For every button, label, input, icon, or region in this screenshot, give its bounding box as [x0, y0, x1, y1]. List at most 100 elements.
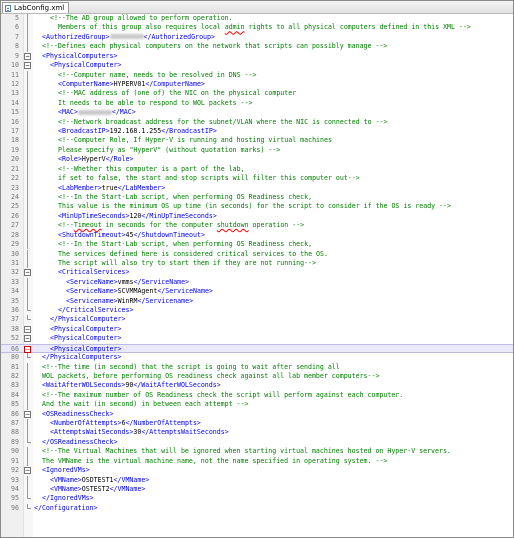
fold-toggle-icon[interactable]: −	[24, 467, 31, 475]
xml-tag: <CriticalServices>	[58, 268, 130, 277]
code-line[interactable]: 91 The VMName is the virtual machine name…	[1, 456, 513, 467]
code-line[interactable]: 32− <CriticalServices>	[1, 268, 513, 277]
fold-toggle-icon[interactable]: −	[24, 62, 31, 70]
code-line[interactable]: 17 <BroadcastIP>192.168.1.255</BroadcastI…	[1, 127, 513, 137]
code-line[interactable]: 92− <IgnoredVMs>	[1, 466, 513, 475]
line-number: 10	[11, 61, 19, 70]
xml-tag: <PhysicalComputers>	[42, 51, 118, 60]
code-line[interactable]: 13 <!--MAC address of (one of) the NIC on…	[1, 89, 513, 99]
code-line[interactable]: 86− <OSReadinessCheck>	[1, 410, 513, 419]
line-number: 14	[11, 98, 19, 107]
fold-toggle-icon[interactable]: −	[24, 325, 31, 333]
fold-toggle-icon[interactable]: −	[24, 52, 31, 60]
code-text: <BroadcastIP>192.168.1.255</BroadcastIP>	[58, 127, 217, 136]
code-line[interactable]: 18 <!--Computer Role, If Hyper-V is runni…	[1, 136, 513, 146]
fold-marker[interactable]: −	[23, 334, 32, 343]
code-line[interactable]: 95 </IgnoredVMs>	[1, 494, 513, 503]
code-line[interactable]: 21 <!--Whether this computer is a part of…	[1, 164, 513, 175]
code-line[interactable]: 11 <!--Computer name, needs to be resolve…	[1, 70, 513, 80]
code-line[interactable]: 24 <!--In the Start-Lab script, when perf…	[1, 192, 513, 203]
xml-tag: </AttemptsWaitSeconds>	[141, 428, 229, 437]
code-line[interactable]: 15 <MAC> </MAC>	[1, 108, 513, 118]
code-line[interactable]: 27 <!--Timeout in seconds for the compute…	[1, 221, 513, 231]
code-line[interactable]: 89 </OSReadinessCheck>	[1, 437, 513, 447]
code-line[interactable]: 80 </PhysicalComputers>	[1, 353, 513, 362]
code-line[interactable]: 19 Please specify as "HyperV" (without qu…	[1, 145, 513, 156]
code-line[interactable]: 31 The script will also try to start them…	[1, 258, 513, 269]
fold-toggle-icon[interactable]: −	[24, 335, 31, 343]
code-line[interactable]: 9− <PhysicalComputers>	[1, 52, 513, 61]
code-line[interactable]: 33 <ServiceName>vmms</ServiceName>	[1, 277, 513, 288]
fold-toggle-icon[interactable]: −	[24, 410, 31, 418]
fold-toggle-icon[interactable]: −	[24, 345, 31, 353]
code-line[interactable]: 20 <Role>HyperV</Role>	[1, 155, 513, 165]
xml-tag: </Servicename>	[137, 296, 194, 305]
code-line[interactable]: 6 Members of this group also requires loc…	[1, 23, 513, 33]
line-number: 13	[11, 89, 19, 98]
fold-marker	[23, 306, 32, 315]
code-line[interactable]: 12 <ComputerName>HYPERV01</ComputerName>	[1, 79, 513, 90]
code-line[interactable]: 36 </CriticalServices>	[1, 306, 513, 315]
code-line[interactable]: 66− <PhysicalComputer>	[1, 343, 513, 354]
fold-marker	[23, 381, 32, 391]
xml-tag: </ShutdownTimeout>	[133, 230, 205, 239]
fold-marker	[23, 249, 32, 259]
tab-labconfig[interactable]: LabConfig.xml	[2, 2, 70, 13]
code-line[interactable]: 26 <MinUpTimeSeconds>120</MinUpTimeSecond…	[1, 211, 513, 222]
fold-toggle-icon[interactable]: −	[24, 269, 31, 277]
code-line[interactable]: 90 <!--The Virtual Machines that will be …	[1, 447, 513, 457]
code-line[interactable]: 25 This value is the minimum OS up time (…	[1, 202, 513, 212]
xml-tag: </MAC>	[111, 108, 136, 117]
line-number: 34	[11, 287, 19, 296]
line-number: 7	[15, 32, 19, 41]
code-line[interactable]: 8 <!--Defines each physical computers on …	[1, 42, 513, 52]
code-line[interactable]: 34 <ServiceName>SCVMMAgent</ServiceName>	[1, 287, 513, 297]
code-line[interactable]: 14 It needs to be able to respond to WOL …	[1, 98, 513, 109]
code-line[interactable]: 83 <WaitAfterWOLSeconds>90</WaitAfterWOLS…	[1, 381, 513, 391]
fold-marker[interactable]: −	[23, 325, 32, 334]
code-line[interactable]: 94 <VMName>OSTEST2</VMName>	[1, 485, 513, 495]
code-text: <ComputerName>HYPERV01</ComputerName>	[58, 80, 205, 89]
code-text: </OSReadinessCheck>	[42, 438, 117, 447]
code-line[interactable]: 7 <AuthorizedGroup> </AuthorizedGroup>	[1, 32, 513, 43]
code-line[interactable]: 35 <Servicename>WinRM</Servicename>	[1, 296, 513, 306]
fold-marker[interactable]: −	[23, 52, 32, 61]
fold-marker	[23, 117, 32, 128]
code-line[interactable]: 28 <ShutdownTimeout>45</ShutdownTimeout>	[1, 230, 513, 241]
fold-marker[interactable]: −	[23, 466, 32, 475]
code-line[interactable]: 16 <!--Network broadcast address for the …	[1, 117, 513, 128]
code-line[interactable]: 85 And the wait (in second) in between ea…	[1, 400, 513, 410]
xml-value: WinRM	[117, 296, 138, 305]
code-line[interactable]: 38− <PhysicalComputer>	[1, 325, 513, 334]
code-line[interactable]: 93 <VMName>OSDTEST1</VMName>	[1, 475, 513, 485]
code-line[interactable]: 30 The services defined here is considere…	[1, 249, 513, 259]
fold-marker[interactable]: −	[23, 61, 32, 70]
code-line[interactable]: 84 <!--The maximum number of OS Readiness…	[1, 390, 513, 401]
xml-value: OSTEST2	[81, 485, 110, 493]
xml-tag: <PhysicalComputer>	[50, 334, 122, 343]
fold-marker[interactable]: −	[23, 268, 32, 277]
fold-marker[interactable]: −	[23, 410, 32, 419]
xml-value: HYPERV01	[113, 79, 146, 88]
code-line[interactable]: 96 </Configuration>	[1, 503, 513, 513]
fold-marker	[23, 447, 32, 457]
code-line[interactable]: 87 <NumberOfAttempts>6</NumberOfAttempts>	[1, 419, 513, 429]
code-line[interactable]: 82 WOL packets, before performing OS read…	[1, 371, 513, 382]
line-number: 35	[11, 296, 19, 305]
line-number: 30	[11, 249, 19, 258]
code-line[interactable]: 23 <LabMember>true</LabMember>	[1, 183, 513, 193]
code-line[interactable]: 37 </PhysicalComputer>	[1, 315, 513, 324]
xml-tag: <MAC>	[58, 108, 78, 117]
fold-marker	[23, 353, 32, 362]
code-line[interactable]: 29 <!--In the Start-Lab script, when perf…	[1, 240, 513, 250]
code-line[interactable]: 5 <!--The AD group allowed to perform ope…	[1, 14, 513, 24]
code-line[interactable]: 22 if set to false, the start and stop sc…	[1, 174, 513, 184]
xml-comment: <!--Computer Role, If Hyper-V is running…	[58, 136, 332, 145]
code-text: <PhysicalComputer>	[50, 334, 121, 343]
fold-marker	[23, 108, 32, 118]
code-line[interactable]: 81 <!--The time (in second) that the scri…	[1, 362, 513, 372]
code-editor[interactable]: 5 <!--The AD group allowed to perform ope…	[1, 14, 513, 537]
code-line[interactable]: 10− <PhysicalComputer>	[1, 61, 513, 70]
code-line[interactable]: 88 <AttemptsWaitSeconds>30</AttemptsWaitS…	[1, 428, 513, 438]
xml-tag: <Servicename>	[66, 296, 118, 305]
